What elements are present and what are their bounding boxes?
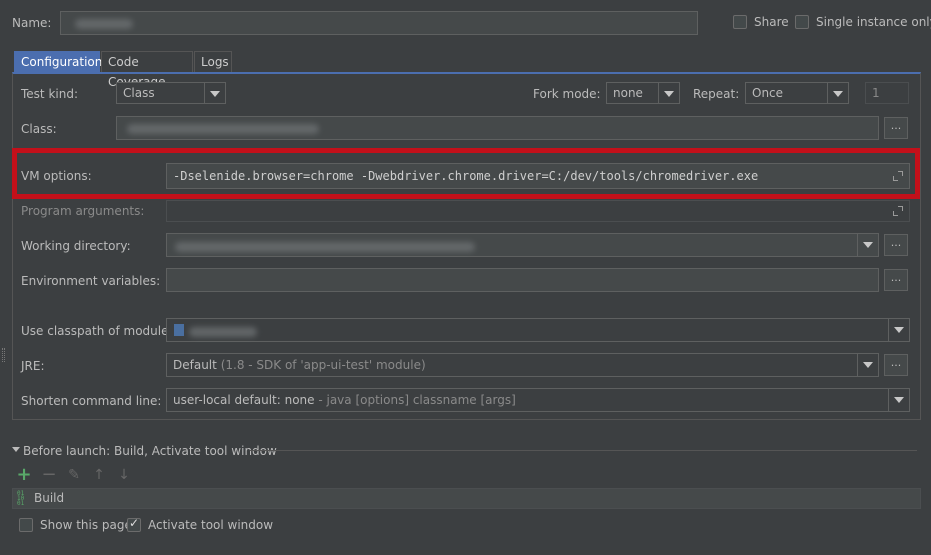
before-launch-title: Before launch: Build, Activate tool wind… — [23, 444, 277, 458]
class-browse-button[interactable]: ... — [884, 117, 908, 139]
repeat-label: Repeat: — [693, 87, 740, 101]
repeat-count-value: 1 — [872, 86, 880, 100]
activate-tool-window-label: Activate tool window — [148, 518, 274, 532]
jre-default: Default — [173, 358, 217, 372]
before-launch-list: 01 10 01 Build — [12, 488, 921, 509]
environment-variables-browse-button[interactable]: ... — [884, 269, 908, 291]
share-label: Share — [754, 15, 789, 29]
repeat-value: Once — [752, 86, 784, 100]
redacted-module — [189, 327, 257, 337]
chevron-down-icon — [857, 234, 878, 256]
fork-mode-value: none — [613, 86, 643, 100]
tab-configuration[interactable]: Configuration — [14, 51, 102, 72]
test-kind-label: Test kind: — [21, 87, 78, 101]
shorten-command-line-label: Shorten command line: — [21, 394, 162, 408]
jre-browse-button[interactable]: ... — [884, 354, 908, 376]
shorten-detail: - java [options] classname [args] — [314, 393, 516, 407]
show-page-checkbox[interactable] — [19, 518, 33, 532]
working-directory-label: Working directory: — [21, 239, 131, 253]
class-field[interactable] — [116, 116, 879, 140]
chevron-down-icon — [204, 83, 225, 103]
chevron-down-icon — [888, 319, 909, 341]
plus-icon[interactable]: + — [16, 466, 32, 484]
minus-icon[interactable]: − — [41, 466, 57, 484]
highlight-box — [12, 148, 920, 199]
test-kind-value: Class — [123, 86, 155, 100]
tab-code-coverage[interactable]: Code Coverage — [101, 51, 193, 89]
single-instance-label: Single instance only — [816, 15, 931, 29]
classpath-module-label: Use classpath of module: — [21, 324, 173, 338]
arrow-up-icon[interactable]: ↑ — [91, 467, 107, 483]
jre-value: Default (1.8 - SDK of 'app-ui-test' modu… — [173, 355, 426, 375]
build-icon: 01 10 01 — [17, 490, 25, 507]
chevron-down-icon — [827, 83, 848, 103]
name-label: Name: — [12, 16, 52, 30]
redacted-directory — [175, 242, 475, 252]
build-item-label: Build — [34, 491, 65, 505]
pencil-icon[interactable]: ✎ — [66, 467, 82, 483]
section-divider — [250, 450, 917, 451]
chevron-down-icon — [658, 83, 679, 103]
chevron-down-icon — [857, 354, 878, 376]
activate-tool-window-checkbox[interactable]: ✓ — [127, 516, 141, 532]
class-label: Class: — [21, 122, 57, 136]
share-checkbox[interactable] — [733, 15, 747, 29]
environment-variables-field[interactable] — [166, 268, 879, 292]
expand-icon[interactable] — [893, 206, 903, 216]
shorten-value: user-local default: none - java [options… — [173, 390, 516, 410]
checkmark-icon: ✓ — [129, 516, 140, 530]
arrow-down-icon[interactable]: ↓ — [116, 467, 132, 483]
chevron-down-icon — [888, 389, 909, 411]
test-kind-dropdown[interactable]: Class — [116, 82, 226, 104]
show-page-label: Show this page — [40, 518, 132, 532]
list-item[interactable]: 01 10 01 Build — [14, 489, 921, 508]
module-icon — [174, 324, 184, 336]
repeat-dropdown[interactable]: Once — [745, 82, 849, 104]
working-directory-browse-button[interactable]: ... — [884, 234, 908, 256]
redacted-name — [75, 19, 133, 29]
jre-detail: (1.8 - SDK of 'app-ui-test' module) — [220, 358, 426, 372]
collapse-triangle-icon[interactable] — [12, 447, 20, 452]
splitter-handle[interactable] — [2, 348, 5, 362]
jre-dropdown[interactable]: Default (1.8 - SDK of 'app-ui-test' modu… — [166, 353, 879, 377]
repeat-count-field[interactable]: 1 — [865, 82, 909, 104]
working-directory-dropdown[interactable] — [166, 233, 879, 257]
tab-logs[interactable]: Logs — [194, 51, 232, 72]
program-arguments-field[interactable] — [166, 200, 910, 222]
program-arguments-label: Program arguments: — [21, 204, 145, 218]
shorten-command-line-dropdown[interactable]: user-local default: none - java [options… — [166, 388, 910, 412]
redacted-class — [127, 124, 319, 134]
fork-mode-label: Fork mode: — [533, 87, 601, 101]
jre-label: JRE: — [21, 359, 45, 373]
shorten-default: user-local default: none — [173, 393, 315, 407]
single-instance-checkbox[interactable] — [795, 15, 809, 29]
classpath-module-dropdown[interactable] — [166, 318, 910, 342]
fork-mode-dropdown[interactable]: none — [606, 82, 680, 104]
environment-variables-label: Environment variables: — [21, 274, 161, 288]
name-field[interactable] — [60, 11, 698, 35]
